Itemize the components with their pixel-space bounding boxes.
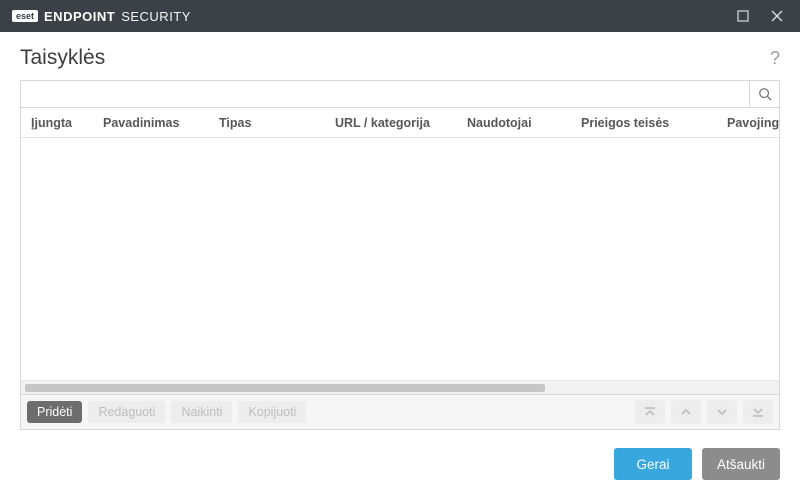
scrollbar-thumb[interactable] (25, 384, 545, 392)
add-button[interactable]: Pridėti (27, 401, 82, 423)
col-name[interactable]: Pavadinimas (93, 116, 209, 130)
help-button[interactable]: ? (770, 48, 780, 69)
col-users[interactable]: Naudotojai (457, 116, 571, 130)
rules-table: Įjungta Pavadinimas Tipas URL / kategori… (20, 108, 780, 395)
chevron-up-icon (679, 405, 693, 419)
delete-button: Naikinti (171, 401, 232, 423)
table-header: Įjungta Pavadinimas Tipas URL / kategori… (21, 108, 779, 138)
minimize-icon (737, 10, 749, 22)
search-icon (758, 87, 772, 101)
content: Įjungta Pavadinimas Tipas URL / kategori… (0, 80, 800, 430)
edit-button: Redaguoti (88, 401, 165, 423)
close-icon (771, 10, 783, 22)
double-chevron-down-icon (751, 405, 765, 419)
close-button[interactable] (760, 0, 794, 32)
search-row (20, 80, 780, 108)
col-access[interactable]: Prieigos teisės (571, 116, 717, 130)
move-top-button (635, 400, 665, 424)
titlebar: eset ENDPOINT SECURITY (0, 0, 800, 32)
col-severity[interactable]: Pavojingumas (717, 116, 779, 130)
minimize-button[interactable] (726, 0, 760, 32)
page-header: Taisyklės ? (0, 32, 800, 80)
ok-button[interactable]: Gerai (614, 448, 692, 480)
chevron-down-icon (715, 405, 729, 419)
table-body-empty (21, 138, 779, 380)
brand-name-light: SECURITY (121, 9, 191, 24)
move-bottom-button (743, 400, 773, 424)
move-up-button (671, 400, 701, 424)
copy-button: Kopijuoti (238, 401, 306, 423)
col-url[interactable]: URL / kategorija (325, 116, 457, 130)
search-button[interactable] (749, 81, 779, 107)
double-chevron-up-icon (643, 405, 657, 419)
horizontal-scrollbar[interactable] (21, 380, 779, 394)
dialog-footer: Gerai Atšaukti (0, 430, 800, 500)
brand-name-strong: ENDPOINT (44, 9, 115, 24)
brand: eset ENDPOINT SECURITY (12, 9, 191, 24)
search-input[interactable] (21, 81, 749, 107)
page-title: Taisyklės (20, 46, 105, 70)
table-toolbar: Pridėti Redaguoti Naikinti Kopijuoti (20, 395, 780, 430)
col-type[interactable]: Tipas (209, 116, 325, 130)
cancel-button[interactable]: Atšaukti (702, 448, 780, 480)
brand-logo: eset (12, 10, 38, 22)
col-enabled[interactable]: Įjungta (21, 116, 93, 130)
move-down-button (707, 400, 737, 424)
